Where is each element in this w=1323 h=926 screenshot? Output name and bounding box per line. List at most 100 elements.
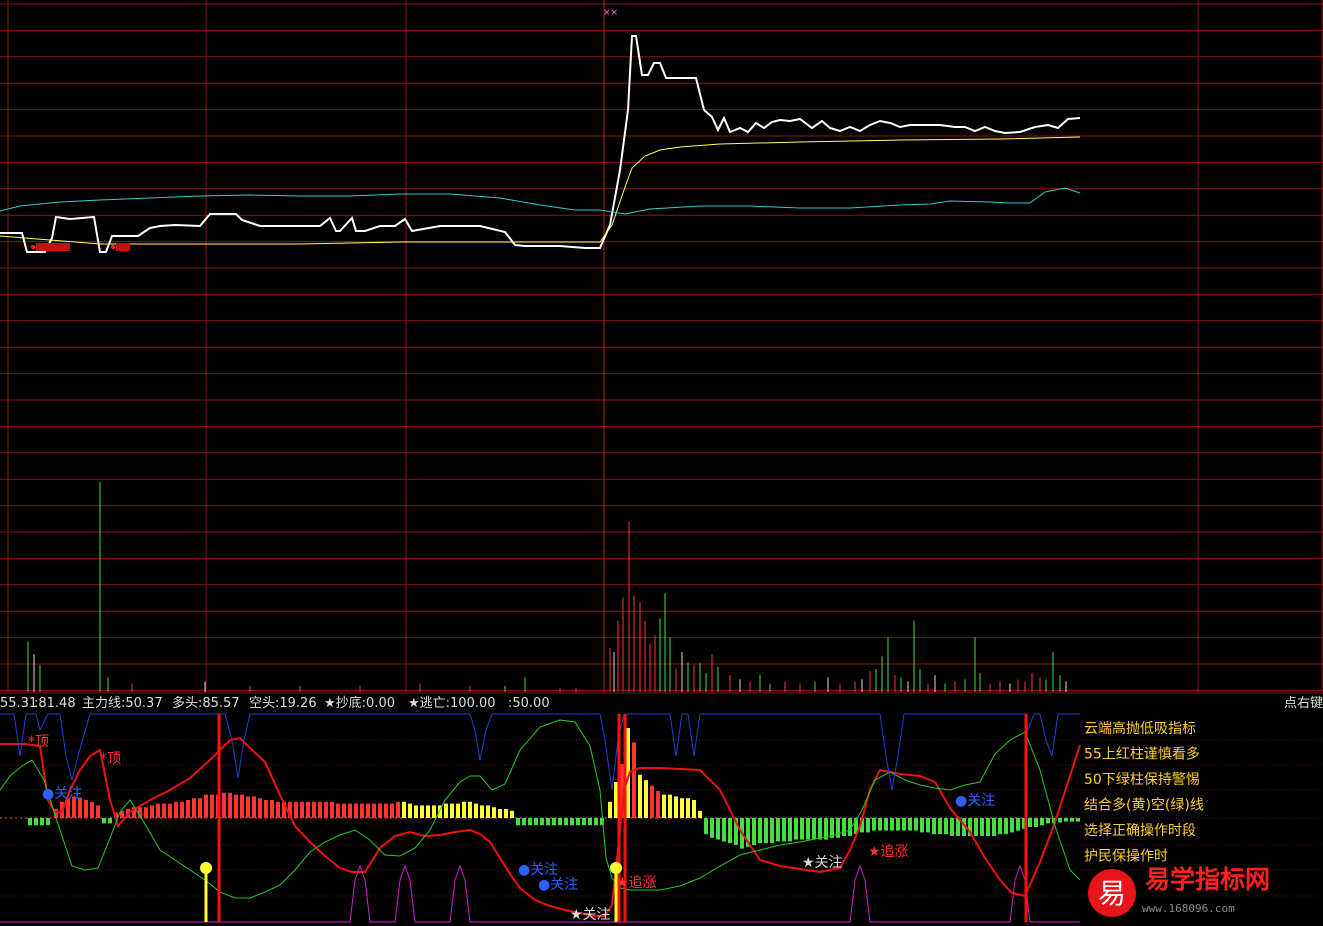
indicator-histogram-bar — [1076, 818, 1080, 822]
indicator-annotation: ★追涨 — [616, 875, 657, 891]
side-note: 云端高抛低吸指标 — [1084, 720, 1196, 737]
indicator-histogram-bar — [800, 818, 804, 840]
indicator-histogram-bar — [456, 803, 460, 818]
indicator-histogram-bar — [980, 818, 984, 836]
indicator-histogram-bar — [668, 794, 672, 818]
indicator-histogram-bar — [294, 801, 298, 818]
indicator-histogram-bar — [150, 805, 154, 818]
indicator-histogram-bar — [1046, 818, 1050, 824]
indicator-histogram-bar — [926, 818, 930, 833]
indicator-histogram-bar — [1058, 818, 1062, 823]
indicator-histogram-bar — [366, 803, 370, 818]
indicator-histogram-bar — [794, 818, 798, 840]
indicator-histogram-bar — [1010, 818, 1014, 833]
indicator-histogram-bar — [1016, 818, 1020, 831]
side-note: 护民保操作时 — [1084, 849, 1168, 865]
indicator-annotation: ★关注 — [570, 907, 611, 923]
watermark-logo-glyph: 易 — [1098, 877, 1126, 910]
indicator-histogram-bar — [1028, 818, 1032, 827]
indicator-histogram-bar — [234, 794, 238, 818]
indicator-long: 多头:85.57 — [172, 695, 240, 711]
indicator-histogram-bar — [650, 785, 654, 818]
indicator-histogram-bar — [462, 801, 466, 818]
indicator-histogram-bar — [498, 809, 502, 818]
indicator-bottom: ★抄底:0.00 — [324, 695, 395, 711]
indicator-histogram-bar — [1004, 818, 1008, 835]
indicator-histogram-bar — [210, 794, 214, 818]
indicator-histogram-bar — [608, 801, 612, 818]
indicator-histogram-bar — [842, 818, 846, 836]
indicator-histogram-bar — [252, 796, 256, 818]
indicator-histogram-bar — [432, 805, 436, 818]
indicator-histogram-bar — [372, 803, 376, 818]
indicator-histogram-bar — [974, 818, 978, 836]
indicator-histogram-bar — [378, 803, 382, 818]
indicator-annotation: ●关注 — [955, 793, 995, 809]
indicator-histogram-bar — [812, 818, 816, 840]
indicator-histogram-bar — [674, 796, 678, 818]
indicator-histogram-bar — [156, 803, 160, 818]
indicator-histogram-bar — [84, 800, 88, 818]
indicator-histogram-bar — [776, 818, 780, 842]
indicator-histogram-bar — [878, 818, 882, 831]
indicator-histogram-bar — [102, 818, 106, 824]
indicator-histogram-bar — [336, 803, 340, 818]
right-click-hint[interactable]: 点右键 — [1284, 696, 1323, 711]
indicator-histogram-bar — [504, 809, 508, 818]
indicator-histogram-bar — [884, 818, 888, 831]
price-marker — [36, 243, 70, 251]
indicator-annotation: ●关注 — [42, 786, 82, 802]
indicator-histogram-bar — [782, 818, 786, 842]
indicator-histogram-bar — [570, 818, 574, 826]
indicator-histogram-bar — [174, 801, 178, 818]
indicator-histogram-bar — [306, 801, 310, 818]
indicator-histogram-bar — [246, 796, 250, 818]
indicator-histogram-bar — [908, 818, 912, 831]
indicator-histogram-bar — [186, 800, 190, 818]
indicator-histogram-bar — [264, 800, 268, 818]
indicator-histogram-bar — [402, 801, 406, 818]
indicator-histogram-bar — [204, 794, 208, 818]
side-note: 选择正确操作时段 — [1084, 823, 1196, 839]
price-marker — [31, 245, 35, 249]
indicator-histogram-bar — [632, 742, 636, 818]
indicator-histogram-bar — [90, 801, 94, 818]
indicator-histogram-bar — [324, 801, 328, 818]
price-panel — [0, 35, 1081, 253]
indicator-histogram-bar — [390, 803, 394, 818]
indicator-histogram-bar — [764, 818, 768, 844]
indicator-histogram-bar — [686, 798, 690, 818]
indicator-annotation: ●关注 — [538, 877, 578, 893]
indicator-escape: ★逃亡:100.00 — [408, 696, 496, 711]
indicator-histogram-bar — [312, 801, 316, 818]
indicator-histogram-bar — [330, 801, 334, 818]
indicator-histogram-bar — [614, 782, 618, 818]
indicator-histogram-bar — [198, 798, 202, 818]
indicator-histogram-bar — [258, 798, 262, 818]
indicator-main-line: 主力线:50.37 — [82, 696, 163, 711]
indicator-histogram-bar — [474, 803, 478, 818]
indicator-histogram-bar — [722, 818, 726, 842]
indicator-histogram-bar — [728, 818, 732, 844]
indicator-histogram-bar — [704, 818, 708, 835]
indicator-histogram-bar — [890, 818, 894, 831]
watermark-url: www.168096.com — [1142, 902, 1235, 915]
indicator-annotation: ●关注 — [518, 862, 558, 878]
indicator-histogram-bar — [300, 801, 304, 818]
volume-panel — [27, 482, 1067, 692]
indicator-histogram-bar — [638, 774, 642, 818]
indicator-histogram-bar — [944, 818, 948, 835]
indicator-histogram-bar — [228, 792, 232, 818]
signal-stick-head — [200, 862, 212, 874]
indicator-histogram-bar — [758, 818, 762, 844]
indicator-histogram-bar — [716, 818, 720, 840]
indicator-histogram-bar — [522, 818, 526, 826]
indicator-histogram-bar — [528, 818, 532, 826]
indicator-histogram-bar — [144, 807, 148, 818]
indicator-histogram-bar — [644, 780, 648, 818]
indicator-histogram-bar — [692, 800, 696, 818]
indicator-annotation: ★追涨 — [868, 844, 909, 860]
indicator-histogram-bar — [384, 803, 388, 818]
indicator-histogram-bar — [492, 807, 496, 818]
indicator-histogram-bar — [240, 794, 244, 818]
